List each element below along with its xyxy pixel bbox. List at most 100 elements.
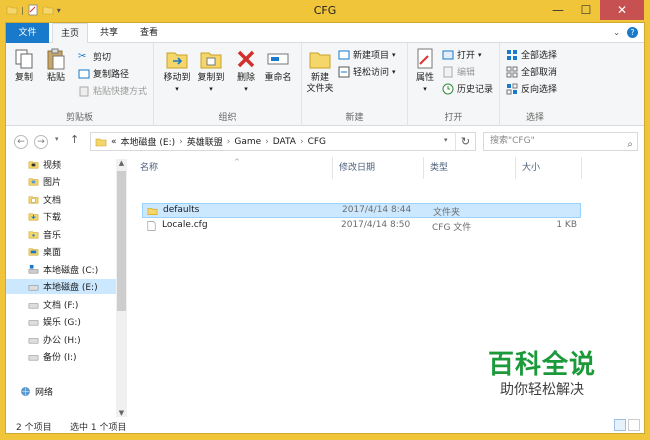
help-icon[interactable]: ? [627, 27, 638, 38]
nav-item-drive-c[interactable]: 本地磁盘 (C:) [28, 262, 98, 277]
file-row-locale[interactable]: Locale.cfg 2017/4/14 8:50 CFG 文件 1 KB [142, 219, 581, 234]
breadcrumb-separator[interactable]: › [179, 137, 183, 147]
up-button[interactable]: ↑ [70, 133, 79, 146]
nav-item-drive-f[interactable]: 文档 (F:) [28, 297, 78, 312]
open-button[interactable]: 打开 ▾ [442, 48, 482, 61]
properties-icon [417, 48, 433, 69]
invert-selection-button[interactable]: 反向选择 [506, 82, 557, 95]
column-header-size[interactable]: 大小 [516, 157, 582, 179]
scroll-down-icon[interactable]: ▼ [116, 409, 127, 417]
column-header-name[interactable]: ^ 名称 [134, 157, 333, 179]
breadcrumb-separator[interactable]: › [227, 137, 231, 147]
nav-item-drive-i[interactable]: 备份 (I:) [28, 349, 77, 364]
copy-path-button[interactable]: 复制路径 [78, 67, 129, 80]
nav-scrollbar[interactable]: ▲ ▼ [116, 159, 127, 417]
edit-button[interactable]: 编辑 [442, 65, 475, 78]
nav-item-network[interactable]: 网络 [20, 384, 53, 399]
file-row-defaults[interactable]: defaults 2017/4/14 8:44 文件夹 [142, 203, 581, 218]
scrollbar-thumb[interactable] [117, 171, 126, 311]
select-all-icon [507, 49, 517, 60]
nav-item-videos[interactable]: 视频 [28, 157, 61, 172]
nav-item-downloads[interactable]: 下载 [28, 209, 61, 224]
nav-item-drive-g[interactable]: 娱乐 (G:) [28, 314, 81, 329]
nav-item-music[interactable]: 音乐 [28, 227, 61, 242]
open-group-label: 打开 [444, 113, 463, 123]
minimize-button[interactable]: — [544, 0, 572, 20]
search-input[interactable]: 搜索"CFG" ⌕ [483, 132, 638, 151]
properties-button[interactable]: 属性 ▾ [412, 47, 438, 95]
folder-icon [147, 207, 158, 215]
history-button[interactable]: 历史记录 [442, 82, 493, 95]
explorer-window: | ▾ CFG — ☐ ✕ 文件 主页 共享 查看 ⌄ ? 复制 粘贴 ✂ 剪切… [0, 0, 650, 440]
breadcrumb-drive[interactable]: 本地磁盘 (E:) [121, 135, 176, 148]
close-button[interactable]: ✕ [600, 0, 644, 20]
breadcrumb-data[interactable]: DATA [273, 137, 296, 147]
rename-button[interactable]: 重命名 [262, 47, 294, 84]
breadcrumb-cfg[interactable]: CFG [308, 137, 326, 147]
column-header-type[interactable]: 类型 [424, 157, 516, 179]
documents-folder-icon [28, 196, 39, 204]
ribbon-tabs: 文件 主页 共享 查看 ⌄ ? [6, 23, 644, 44]
cut-button[interactable]: ✂ 剪切 [78, 50, 111, 64]
nav-item-documents[interactable]: 文档 [28, 192, 61, 207]
easy-access-button[interactable]: 轻松访问 ▾ [338, 65, 396, 78]
paste-button[interactable]: 粘贴 [44, 47, 68, 84]
downloads-folder-icon [28, 213, 39, 221]
ribbon: 复制 粘贴 ✂ 剪切 复制路径 粘贴快捷方式 剪贴板 移动到 ▾ 复制到 ▾ 删… [6, 43, 644, 126]
drive-icon [28, 355, 39, 361]
copy-to-button[interactable]: 复制到 ▾ [196, 47, 226, 95]
move-to-icon [166, 52, 188, 69]
new-item-icon [338, 50, 350, 59]
refresh-button[interactable]: ↻ [455, 133, 475, 150]
breadcrumb-lol[interactable]: 英雄联盟 [187, 135, 223, 148]
chevron-down-icon: ▾ [244, 85, 248, 93]
tab-file[interactable]: 文件 [6, 23, 49, 43]
breadcrumb-overflow[interactable]: « [111, 137, 117, 147]
large-icons-view-icon[interactable] [628, 419, 640, 431]
drive-icon [28, 285, 39, 291]
chevron-down-icon[interactable]: ⌄ [613, 28, 620, 37]
recent-locations-button[interactable]: ▾ [55, 135, 59, 143]
new-group-label: 新建 [345, 113, 364, 123]
details-view-icon[interactable] [614, 419, 626, 431]
open-group: 属性 ▾ 打开 ▾ 编辑 历史记录 打开 [408, 43, 500, 126]
navigation-pane: 视频 图片 文档 下载 音乐 桌面 本地磁盘 (C:) 本地磁盘 (E:) 文档… [6, 157, 128, 419]
forward-button[interactable]: → [34, 135, 48, 149]
back-button[interactable]: ← [14, 135, 28, 149]
file-icon [147, 221, 156, 231]
new-folder-button[interactable]: 新建 文件夹 [306, 47, 334, 95]
paste-shortcut-icon [79, 86, 89, 96]
nav-item-drive-h[interactable]: 办公 (H:) [28, 332, 81, 347]
breadcrumb-separator[interactable]: › [300, 137, 304, 147]
tab-view[interactable]: 查看 [132, 23, 166, 43]
clipboard-group-label: 剪贴板 [65, 113, 93, 123]
move-to-button[interactable]: 移动到 ▾ [162, 47, 192, 95]
address-dropdown-button[interactable]: ▾ [444, 136, 448, 144]
nav-item-pictures[interactable]: 图片 [28, 174, 61, 189]
address-box[interactable]: « 本地磁盘 (E:) › 英雄联盟 › Game › DATA › CFG [90, 132, 476, 151]
select-all-button[interactable]: 全部选择 [506, 48, 557, 61]
nav-item-desktop[interactable]: 桌面 [28, 244, 61, 259]
column-header-modified[interactable]: 修改日期 [333, 157, 424, 179]
music-folder-icon [28, 231, 39, 239]
breadcrumb-game[interactable]: Game [234, 137, 261, 147]
easy-access-icon [338, 66, 350, 77]
breadcrumb-separator[interactable]: › [265, 137, 269, 147]
title-bar: | ▾ CFG — ☐ ✕ [0, 0, 650, 22]
select-none-button[interactable]: 全部取消 [506, 65, 557, 78]
copy-button[interactable]: 复制 [12, 47, 36, 84]
delete-button[interactable]: 删除 ▾ [234, 47, 258, 95]
new-item-button[interactable]: 新建项目 ▾ [338, 48, 396, 61]
system-drive-icon [28, 264, 39, 274]
maximize-button[interactable]: ☐ [572, 0, 600, 20]
paste-shortcut-button[interactable]: 粘贴快捷方式 [78, 84, 147, 97]
scroll-up-icon[interactable]: ▲ [116, 159, 127, 167]
nav-item-drive-e[interactable]: 本地磁盘 (E:) [6, 279, 116, 294]
tab-home[interactable]: 主页 [52, 23, 88, 44]
organize-group-label: 组织 [218, 113, 237, 123]
view-buttons [614, 419, 640, 431]
tab-share[interactable]: 共享 [92, 23, 126, 43]
paste-icon [47, 48, 65, 70]
selected-count: 选中 1 个项目 [70, 423, 127, 433]
file-type: CFG 文件 [432, 223, 472, 233]
